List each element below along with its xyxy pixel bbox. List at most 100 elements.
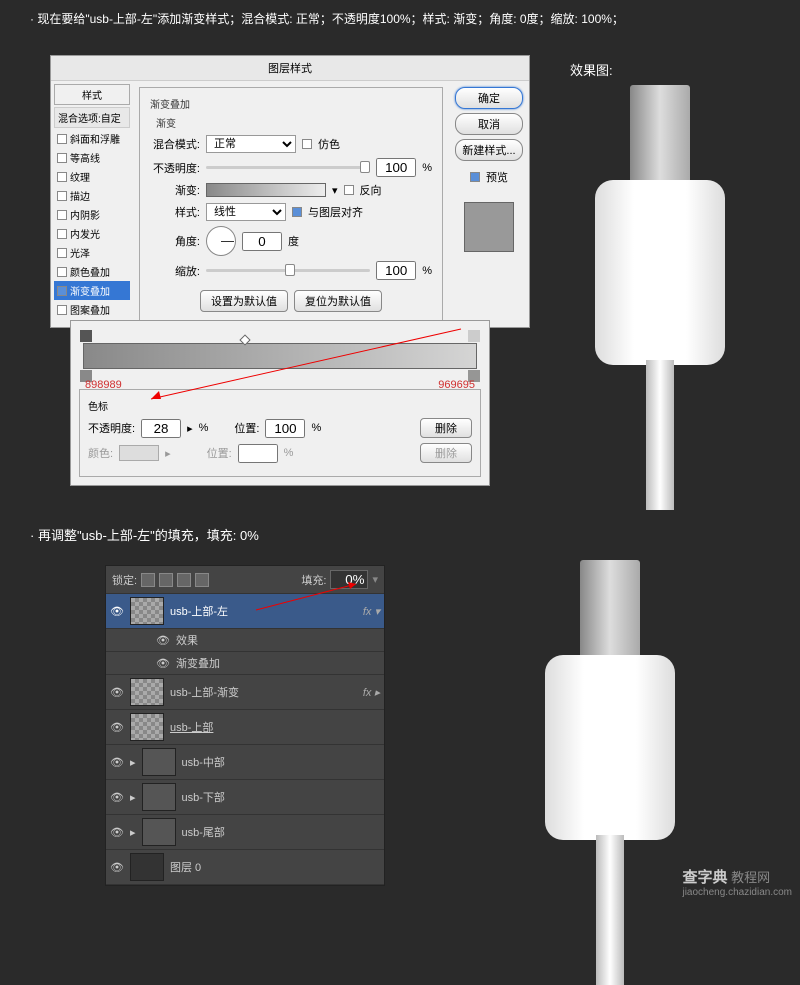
- layer-0[interactable]: 👁 图层 0: [106, 850, 384, 885]
- style-inner-glow[interactable]: 内发光: [54, 224, 130, 243]
- layer-usb-top[interactable]: 👁 usb-上部: [106, 710, 384, 745]
- stop-position-label: 位置:: [234, 420, 259, 436]
- dialog-title: 图层样式: [51, 56, 529, 81]
- fx-gradient-overlay[interactable]: 👁渐变叠加: [106, 652, 384, 675]
- layer-thumb: [130, 678, 164, 706]
- usb-preview-1: [570, 85, 750, 445]
- dither-checkbox[interactable]: [302, 139, 312, 149]
- panel-subtitle: 渐变: [156, 115, 432, 130]
- fx-effects[interactable]: 👁效果: [106, 629, 384, 652]
- layer-usb-top-left[interactable]: 👁 usb-上部-左 fx ▾: [106, 594, 384, 629]
- preview-checkbox[interactable]: [470, 172, 480, 182]
- dither-label: 仿色: [318, 136, 340, 152]
- preview-label: 效果图:: [570, 60, 613, 79]
- style-select[interactable]: 线性: [206, 203, 286, 221]
- visibility-icon[interactable]: 👁: [110, 861, 124, 874]
- reverse-checkbox[interactable]: [344, 185, 354, 195]
- style-contour[interactable]: 等高线: [54, 148, 130, 167]
- visibility-icon[interactable]: 👁: [110, 721, 124, 734]
- new-style-button[interactable]: 新建样式...: [455, 139, 523, 161]
- stop-position-input[interactable]: [265, 419, 305, 438]
- style-color-overlay[interactable]: 颜色叠加: [54, 262, 130, 281]
- stops-title: 色标: [88, 398, 472, 413]
- style-gradient-overlay[interactable]: 渐变叠加: [54, 281, 130, 300]
- style-bevel[interactable]: 斜面和浮雕: [54, 129, 130, 148]
- opacity-stop-right[interactable]: [468, 330, 480, 342]
- reverse-label: 反向: [360, 182, 382, 198]
- delete-stop-button-2[interactable]: 删除: [420, 443, 472, 463]
- opacity-stop-left[interactable]: [80, 330, 92, 342]
- style-pattern-overlay[interactable]: 图案叠加: [54, 300, 130, 319]
- folder-icon: [142, 783, 176, 811]
- set-default-button[interactable]: 设置为默认值: [200, 290, 288, 312]
- folder-icon: [142, 748, 176, 776]
- fx-icon[interactable]: fx ▾: [363, 605, 380, 618]
- delete-stop-button[interactable]: 删除: [420, 418, 472, 438]
- stop-color-swatch[interactable]: [119, 445, 159, 461]
- gradient-label: 渐变:: [150, 182, 200, 198]
- folder-icon: [142, 818, 176, 846]
- layer-thumb: [130, 853, 164, 881]
- stop-color-label: 颜色:: [88, 445, 113, 461]
- layers-panel: 锁定: 填充: ▾ 👁 usb-上部-左 fx ▾ 👁效果 👁渐变叠加 👁 us…: [105, 565, 385, 886]
- style-inner-shadow[interactable]: 内阴影: [54, 205, 130, 224]
- opacity-label: 不透明度:: [150, 160, 200, 176]
- layer-usb-tail[interactable]: 👁▸ usb-尾部: [106, 815, 384, 850]
- lock-transparent-icon[interactable]: [141, 573, 155, 587]
- layer-thumb: [130, 713, 164, 741]
- scale-input[interactable]: [376, 261, 416, 280]
- angle-input[interactable]: [242, 232, 282, 251]
- stop-opacity-input[interactable]: [141, 419, 181, 438]
- stops-panel: 色标 不透明度: ▸ % 位置: % 删除 颜色: ▸ 位置: % 删除: [79, 389, 481, 477]
- preview-swatch: [464, 202, 514, 252]
- fill-input[interactable]: [330, 570, 368, 589]
- opacity-input[interactable]: [376, 158, 416, 177]
- visibility-icon[interactable]: 👁: [110, 686, 124, 699]
- layer-usb-mid[interactable]: 👁▸ usb-中部: [106, 745, 384, 780]
- midpoint-icon[interactable]: [239, 334, 250, 345]
- visibility-icon[interactable]: 👁: [110, 826, 124, 839]
- layer-usb-top-gradient[interactable]: 👁 usb-上部-渐变 fx ▸: [106, 675, 384, 710]
- lock-move-icon[interactable]: [177, 573, 191, 587]
- styles-list: 样式 混合选项:自定 斜面和浮雕 等高线 纹理 描边 内阴影 内发光 光泽 颜色…: [51, 81, 133, 327]
- hex-right: 969695: [438, 379, 475, 391]
- align-checkbox[interactable]: [292, 207, 302, 217]
- ok-button[interactable]: 确定: [455, 87, 523, 109]
- blend-options[interactable]: 混合选项:自定: [54, 107, 130, 128]
- lock-label: 锁定:: [112, 572, 137, 588]
- visibility-icon[interactable]: 👁: [110, 756, 124, 769]
- stop-position2-input[interactable]: [238, 444, 278, 463]
- layer-usb-bottom[interactable]: 👁▸ usb-下部: [106, 780, 384, 815]
- instruction-1: · 现在要给"usb-上部-左"添加渐变样式；混合模式: 正常；不透明度100%…: [0, 0, 800, 35]
- style-stroke[interactable]: 描边: [54, 186, 130, 205]
- gradient-picker[interactable]: [206, 183, 326, 197]
- stop-position2-label: 位置:: [207, 445, 232, 461]
- gradient-overlay-panel: 渐变叠加 渐变 混合模式: 正常 仿色 不透明度: % 渐变: ▾: [139, 87, 443, 321]
- cancel-button[interactable]: 取消: [455, 113, 523, 135]
- preview-label: 预览: [486, 169, 508, 185]
- hex-left: 898989: [85, 379, 122, 391]
- visibility-icon[interactable]: 👁: [110, 791, 124, 804]
- fx-icon[interactable]: fx ▸: [363, 686, 380, 699]
- opacity-slider[interactable]: [206, 166, 370, 169]
- lock-paint-icon[interactable]: [159, 573, 173, 587]
- style-texture[interactable]: 纹理: [54, 167, 130, 186]
- panel-title: 渐变叠加: [150, 96, 432, 111]
- watermark: 查字典 教程网 jiaocheng.chazidian.com: [682, 866, 792, 898]
- stop-opacity-label: 不透明度:: [88, 420, 135, 436]
- gradient-editor: 898989 969695 色标 不透明度: ▸ % 位置: % 删除 颜色: …: [70, 320, 490, 486]
- fill-label: 填充:: [301, 572, 326, 588]
- blend-mode-select[interactable]: 正常: [206, 135, 296, 153]
- gradient-strip[interactable]: [83, 343, 477, 369]
- usb-preview-2: [520, 560, 700, 890]
- scale-slider[interactable]: [206, 269, 370, 272]
- reset-default-button[interactable]: 复位为默认值: [294, 290, 382, 312]
- align-label: 与图层对齐: [308, 204, 363, 220]
- angle-dial[interactable]: [206, 226, 236, 256]
- style-satin[interactable]: 光泽: [54, 243, 130, 262]
- styles-header: 样式: [54, 84, 130, 105]
- scale-label: 缩放:: [150, 263, 200, 279]
- layer-style-dialog: 图层样式 样式 混合选项:自定 斜面和浮雕 等高线 纹理 描边 内阴影 内发光 …: [50, 55, 530, 328]
- visibility-icon[interactable]: 👁: [110, 605, 124, 618]
- lock-all-icon[interactable]: [195, 573, 209, 587]
